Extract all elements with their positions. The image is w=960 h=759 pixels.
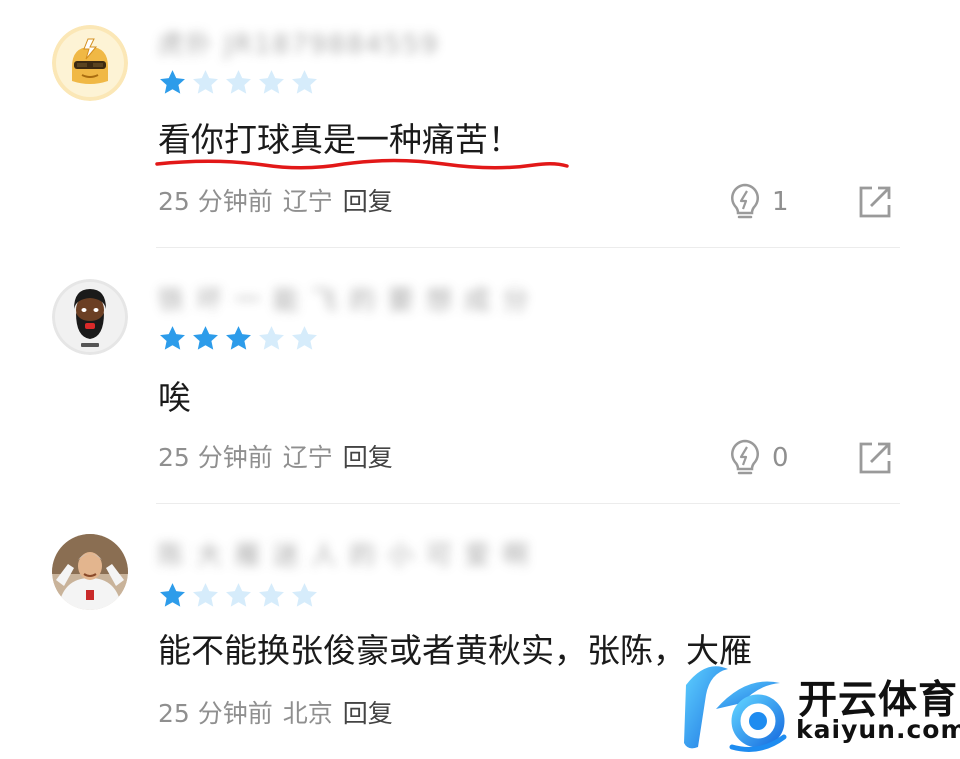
star-empty-icon — [259, 70, 284, 94]
lightbulb-icon — [731, 439, 759, 475]
star-empty-icon — [259, 326, 284, 350]
star-empty-icon — [292, 326, 317, 350]
reply-button[interactable]: 回复 — [343, 441, 393, 475]
star-empty-icon — [226, 70, 251, 94]
divider — [156, 247, 900, 248]
watermark-logo: 开云体育 kaiyun.com — [676, 655, 960, 759]
kaiyun-logo-icon — [684, 666, 787, 752]
like-count: 0 — [772, 443, 789, 473]
star-empty-icon — [193, 70, 218, 94]
star-rating — [158, 68, 319, 100]
like-button[interactable]: 1 — [728, 182, 789, 222]
share-icon[interactable] — [858, 185, 892, 219]
username[interactable]: 铁 坏 一 能 飞 的 要 想 成 分 — [158, 286, 530, 316]
divider — [156, 503, 900, 504]
star-filled-icon — [226, 326, 251, 350]
timestamp: 25 分钟前 — [158, 699, 273, 728]
comment-text: 唉 — [158, 378, 191, 417]
watermark-subtitle: kaiyun.com — [796, 715, 960, 744]
timestamp: 25 分钟前 — [158, 187, 273, 216]
star-filled-icon — [160, 583, 185, 607]
like-count: 1 — [772, 187, 789, 217]
star-empty-icon — [193, 583, 218, 607]
star-empty-icon — [226, 583, 251, 607]
username[interactable]: 虎扑 JR1879884559 — [158, 30, 439, 60]
comment-text: 能不能换张俊豪或者黄秋实，张陈，大雁 — [158, 631, 752, 670]
avatar[interactable] — [52, 25, 128, 101]
reply-button[interactable]: 回复 — [343, 697, 393, 731]
comment-meta: 25 分钟前 辽宁 回复 — [158, 441, 393, 475]
star-filled-icon — [193, 326, 218, 350]
star-filled-icon — [160, 70, 185, 94]
like-button[interactable]: 0 — [728, 438, 789, 478]
location: 北京 — [282, 699, 333, 728]
star-empty-icon — [259, 583, 284, 607]
location: 辽宁 — [282, 443, 333, 472]
avatar[interactable] — [52, 279, 128, 355]
star-filled-icon — [160, 326, 185, 350]
lightbulb-icon — [731, 183, 759, 219]
avatar[interactable] — [52, 534, 128, 610]
star-empty-icon — [292, 583, 317, 607]
red-underline-annotation — [155, 158, 569, 170]
star-rating — [158, 581, 319, 613]
timestamp: 25 分钟前 — [158, 443, 273, 472]
username[interactable]: 陈 大 雁 迷 人 的 小 可 爱 啊 — [158, 541, 530, 571]
reply-button[interactable]: 回复 — [343, 185, 393, 219]
comment-meta: 25 分钟前 北京 回复 — [158, 697, 393, 731]
star-empty-icon — [292, 70, 317, 94]
location: 辽宁 — [282, 187, 333, 216]
share-icon[interactable] — [858, 441, 892, 475]
star-rating — [158, 324, 319, 356]
comment-meta: 25 分钟前 辽宁 回复 — [158, 185, 393, 219]
